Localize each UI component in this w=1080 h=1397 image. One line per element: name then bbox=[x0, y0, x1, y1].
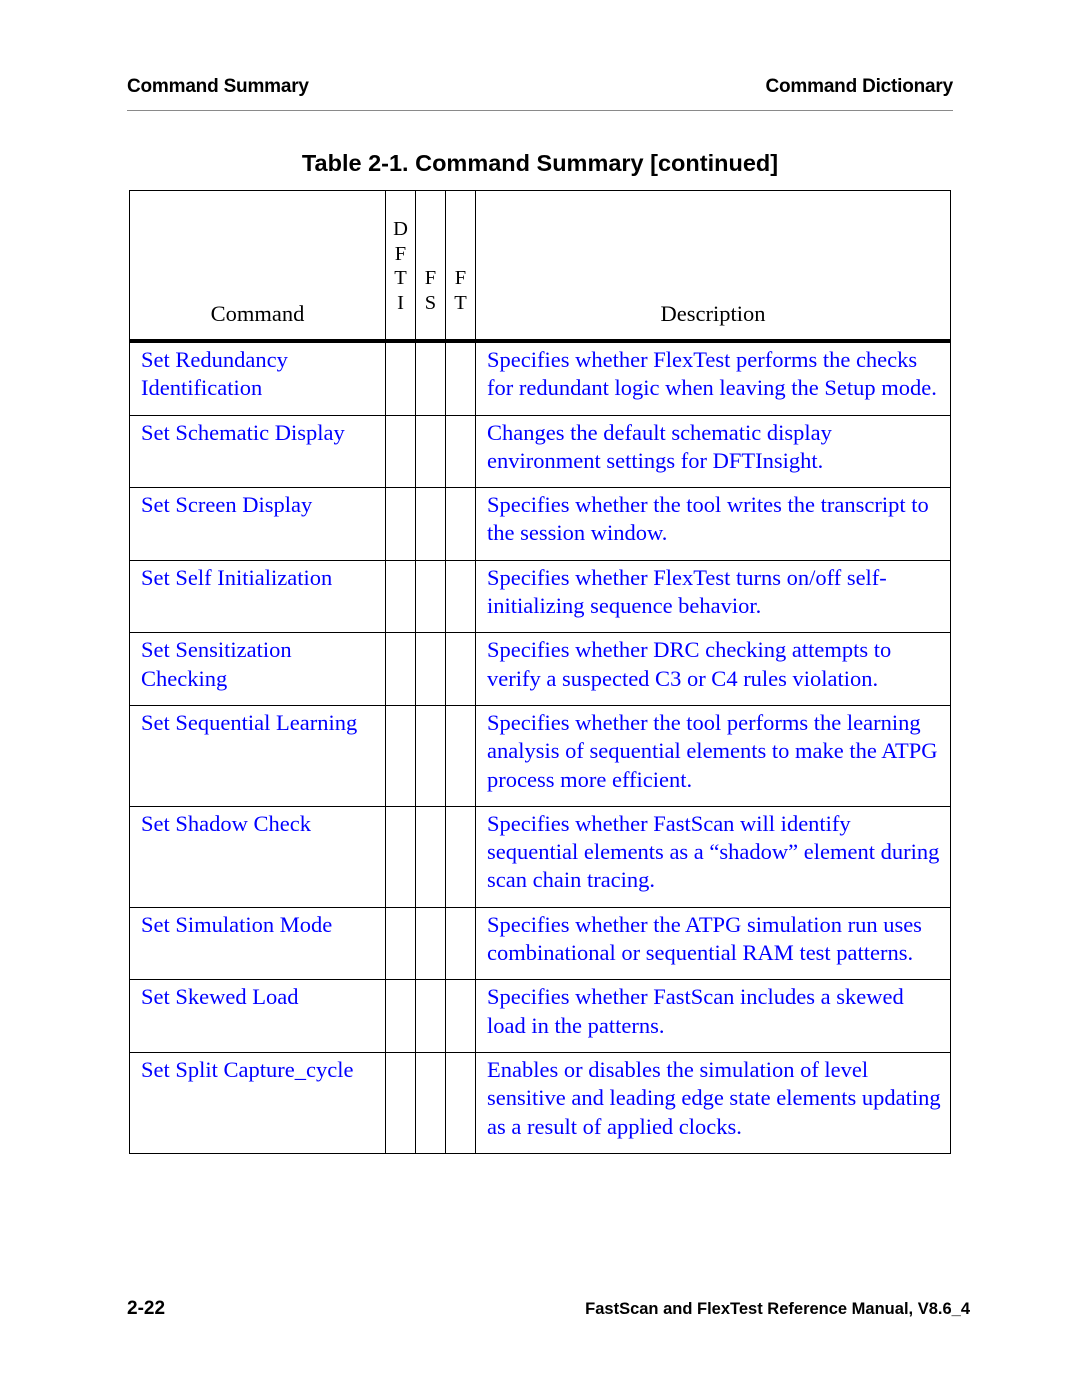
fs-cell bbox=[415, 805, 446, 908]
command-link-set-simulation-mode[interactable]: Set Simulation Mode bbox=[141, 912, 332, 937]
ft-cell bbox=[445, 805, 476, 908]
description-link[interactable]: Specifies whether FlexTest performs the … bbox=[487, 347, 937, 400]
command-link-set-sequential-learning[interactable]: Set Sequential Learning bbox=[141, 710, 357, 735]
ft-cell bbox=[445, 704, 476, 807]
dfti-cell bbox=[385, 704, 416, 807]
manual-title: FastScan and FlexTest Reference Manual, … bbox=[585, 1300, 970, 1318]
table-row: Set Redundancy Identification Specifies … bbox=[129, 340, 951, 416]
fs-cell bbox=[415, 340, 446, 416]
command-link-set-split-capture-cycle[interactable]: Set Split Capture_cycle bbox=[141, 1057, 353, 1082]
description-link[interactable]: Specifies whether FastScan includes a sk… bbox=[487, 984, 904, 1037]
table-row: Set Split Capture_cycle Enables or disab… bbox=[129, 1051, 951, 1154]
description-link[interactable]: Changes the default schematic display en… bbox=[487, 420, 832, 473]
fs-cell bbox=[415, 414, 446, 489]
column-header-command: Command bbox=[129, 190, 386, 343]
header-letter: I bbox=[397, 291, 404, 314]
table-row: Set Schematic Display Changes the defaul… bbox=[129, 414, 951, 489]
command-link-set-skewed-load[interactable]: Set Skewed Load bbox=[141, 984, 298, 1009]
command-link-set-self-initialization[interactable]: Set Self Initialization bbox=[141, 565, 332, 590]
table-row: Set Sequential Learning Specifies whethe… bbox=[129, 704, 951, 807]
dfti-cell bbox=[385, 632, 416, 706]
command-link-set-sensitization-checking[interactable]: Set Sensitization Checking bbox=[141, 637, 292, 690]
fs-cell bbox=[415, 1051, 446, 1154]
table-row: Set Skewed Load Specifies whether FastSc… bbox=[129, 979, 951, 1053]
dfti-cell bbox=[385, 805, 416, 908]
description-link[interactable]: Enables or disables the simulation of le… bbox=[487, 1057, 941, 1139]
ft-cell bbox=[445, 1051, 476, 1154]
table-row: Set Sensitization Checking Specifies whe… bbox=[129, 632, 951, 706]
description-link[interactable]: Specifies whether the tool writes the tr… bbox=[487, 492, 929, 545]
header-letter: S bbox=[424, 291, 437, 314]
header-letter: F bbox=[454, 267, 467, 289]
fs-cell bbox=[415, 906, 446, 981]
dfti-cell bbox=[385, 340, 416, 416]
fs-cell bbox=[415, 704, 446, 807]
table-row: Set Shadow Check Specifies whether FastS… bbox=[129, 805, 951, 908]
description-link[interactable]: Specifies whether DRC checking attempts … bbox=[487, 637, 891, 690]
column-header-description: Description bbox=[475, 190, 951, 343]
command-link-set-redundancy-identification[interactable]: Set Redundancy Identification bbox=[141, 347, 288, 400]
column-header-ft: F T bbox=[445, 190, 476, 343]
running-header-chapter: Command Dictionary bbox=[765, 76, 954, 97]
header-letter: T bbox=[454, 291, 467, 314]
fs-cell bbox=[415, 487, 446, 561]
page-number: 2-22 bbox=[127, 1298, 166, 1319]
table-title: Table 2-1. Command Summary [continued] bbox=[301, 150, 779, 176]
header-letter: D bbox=[393, 218, 408, 240]
header-letter: F bbox=[424, 267, 437, 289]
ft-cell bbox=[445, 414, 476, 489]
description-link[interactable]: Specifies whether FastScan will identify… bbox=[487, 811, 939, 893]
ft-cell bbox=[445, 487, 476, 561]
header-letter: T bbox=[394, 267, 407, 289]
running-header: Command Summary Command Dictionary bbox=[127, 76, 953, 98]
dfti-cell bbox=[385, 559, 416, 634]
column-header-dfti: D F T I bbox=[385, 190, 416, 343]
command-link-set-schematic-display[interactable]: Set Schematic Display bbox=[141, 420, 345, 445]
description-link[interactable]: Specifies whether the ATPG simulation ru… bbox=[487, 912, 922, 965]
table-row: Set Self Initialization Specifies whethe… bbox=[129, 559, 951, 634]
ft-cell bbox=[445, 979, 476, 1053]
command-link-set-shadow-check[interactable]: Set Shadow Check bbox=[141, 811, 311, 836]
table-row: Set Screen Display Specifies whether the… bbox=[129, 487, 951, 561]
ft-cell bbox=[445, 340, 476, 416]
description-link[interactable]: Specifies whether FlexTest turns on/off … bbox=[487, 565, 887, 618]
command-link-set-screen-display[interactable]: Set Screen Display bbox=[141, 492, 312, 517]
fs-cell bbox=[415, 559, 446, 634]
dfti-cell bbox=[385, 906, 416, 981]
command-summary-table: Command D F T I F S F T Description Set … bbox=[129, 190, 951, 1154]
description-link[interactable]: Specifies whether the tool performs the … bbox=[487, 710, 938, 792]
dfti-cell bbox=[385, 487, 416, 561]
dfti-cell bbox=[385, 979, 416, 1053]
dfti-cell bbox=[385, 1051, 416, 1154]
table-header-row: Command D F T I F S F T Description bbox=[129, 190, 951, 343]
column-header-fs: F S bbox=[415, 190, 446, 343]
ft-cell bbox=[445, 632, 476, 706]
fs-cell bbox=[415, 632, 446, 706]
header-letter: F bbox=[394, 242, 407, 265]
ft-cell bbox=[445, 906, 476, 981]
ft-cell bbox=[445, 559, 476, 634]
fs-cell bbox=[415, 979, 446, 1053]
table-row: Set Simulation Mode Specifies whether th… bbox=[129, 906, 951, 981]
dfti-cell bbox=[385, 414, 416, 489]
running-header-section: Command Summary bbox=[127, 76, 309, 97]
header-rule bbox=[127, 110, 953, 111]
